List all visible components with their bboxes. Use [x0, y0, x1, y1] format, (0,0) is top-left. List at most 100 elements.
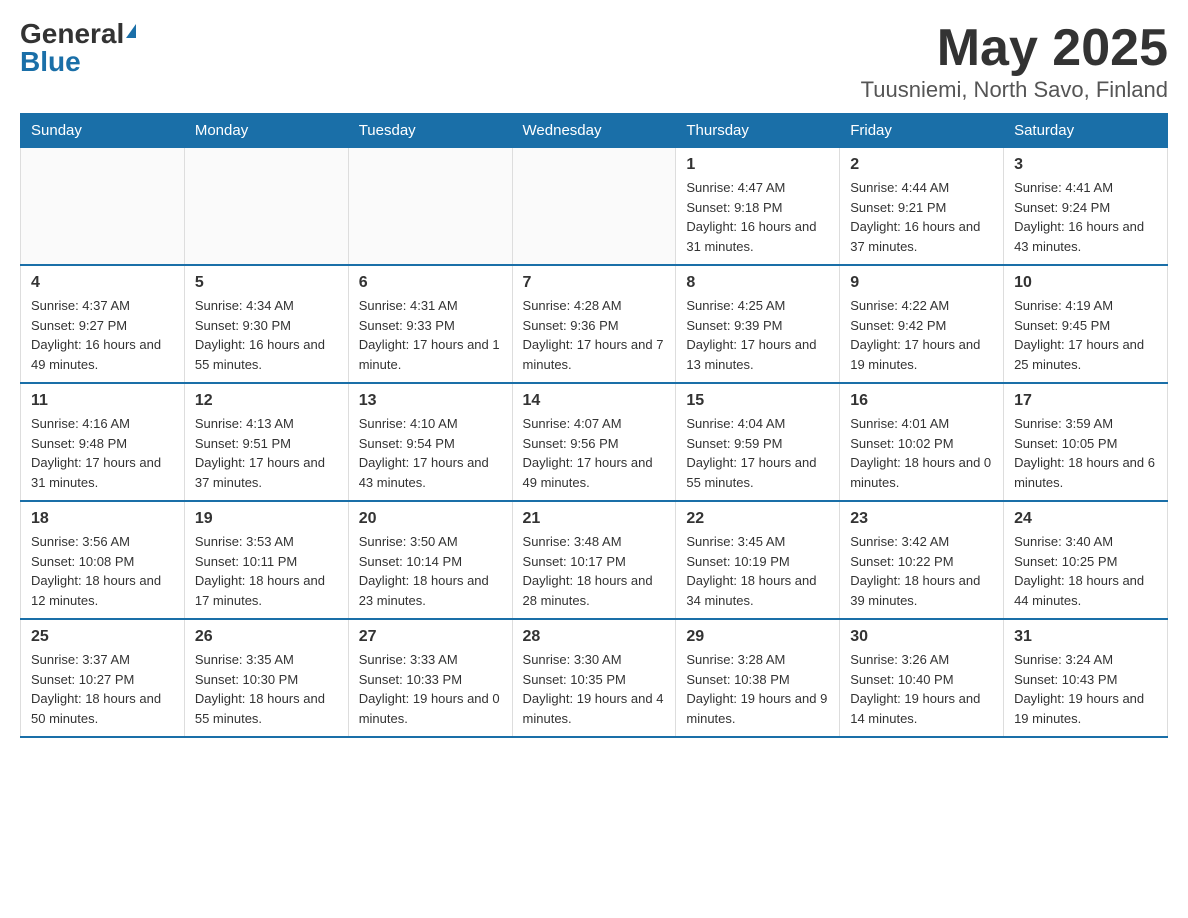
table-row: 5 Sunrise: 4:34 AMSunset: 9:30 PMDaylight…	[184, 265, 348, 383]
day-info: Sunrise: 3:33 AMSunset: 10:33 PMDaylight…	[359, 650, 502, 728]
day-number: 19	[195, 510, 338, 528]
table-row: 22 Sunrise: 3:45 AMSunset: 10:19 PMDaylig…	[676, 501, 840, 619]
day-number: 12	[195, 392, 338, 410]
day-number: 1	[686, 156, 829, 174]
logo-blue-text: Blue	[20, 46, 81, 77]
day-info: Sunrise: 4:07 AMSunset: 9:56 PMDaylight:…	[523, 414, 666, 492]
day-info: Sunrise: 4:44 AMSunset: 9:21 PMDaylight:…	[850, 178, 993, 256]
header-thursday: Thursday	[676, 114, 840, 148]
table-row: 27 Sunrise: 3:33 AMSunset: 10:33 PMDaylig…	[348, 619, 512, 737]
table-row	[184, 148, 348, 266]
day-info: Sunrise: 4:04 AMSunset: 9:59 PMDaylight:…	[686, 414, 829, 492]
day-info: Sunrise: 4:41 AMSunset: 9:24 PMDaylight:…	[1014, 178, 1157, 256]
day-number: 14	[523, 392, 666, 410]
table-row: 28 Sunrise: 3:30 AMSunset: 10:35 PMDaylig…	[512, 619, 676, 737]
day-info: Sunrise: 4:31 AMSunset: 9:33 PMDaylight:…	[359, 296, 502, 374]
day-number: 7	[523, 274, 666, 292]
day-number: 26	[195, 628, 338, 646]
day-number: 5	[195, 274, 338, 292]
day-number: 13	[359, 392, 502, 410]
day-number: 15	[686, 392, 829, 410]
day-info: Sunrise: 3:28 AMSunset: 10:38 PMDaylight…	[686, 650, 829, 728]
header-monday: Monday	[184, 114, 348, 148]
table-row: 29 Sunrise: 3:28 AMSunset: 10:38 PMDaylig…	[676, 619, 840, 737]
table-row: 16 Sunrise: 4:01 AMSunset: 10:02 PMDaylig…	[840, 383, 1004, 501]
day-info: Sunrise: 3:24 AMSunset: 10:43 PMDaylight…	[1014, 650, 1157, 728]
day-number: 29	[686, 628, 829, 646]
table-row: 2 Sunrise: 4:44 AMSunset: 9:21 PMDaylight…	[840, 148, 1004, 266]
header-friday: Friday	[840, 114, 1004, 148]
table-row: 31 Sunrise: 3:24 AMSunset: 10:43 PMDaylig…	[1004, 619, 1168, 737]
day-number: 23	[850, 510, 993, 528]
day-info: Sunrise: 4:19 AMSunset: 9:45 PMDaylight:…	[1014, 296, 1157, 374]
day-number: 6	[359, 274, 502, 292]
table-row: 24Sunrise: 3:40 AMSunset: 10:25 PMDaylig…	[1004, 501, 1168, 619]
calendar-table: Sunday Monday Tuesday Wednesday Thursday…	[20, 113, 1168, 738]
day-info: Sunrise: 3:37 AMSunset: 10:27 PMDaylight…	[31, 650, 174, 728]
table-row: 3 Sunrise: 4:41 AMSunset: 9:24 PMDaylight…	[1004, 148, 1168, 266]
day-info: Sunrise: 3:45 AMSunset: 10:19 PMDaylight…	[686, 532, 829, 610]
day-info: Sunrise: 4:34 AMSunset: 9:30 PMDaylight:…	[195, 296, 338, 374]
table-row	[21, 148, 185, 266]
day-info: Sunrise: 3:35 AMSunset: 10:30 PMDaylight…	[195, 650, 338, 728]
day-number: 22	[686, 510, 829, 528]
day-info: Sunrise: 3:42 AMSunset: 10:22 PMDaylight…	[850, 532, 993, 610]
logo-general-text: General	[20, 20, 124, 48]
table-row: 18Sunrise: 3:56 AMSunset: 10:08 PMDaylig…	[21, 501, 185, 619]
day-info: Sunrise: 4:01 AMSunset: 10:02 PMDaylight…	[850, 414, 993, 492]
day-info: Sunrise: 4:22 AMSunset: 9:42 PMDaylight:…	[850, 296, 993, 374]
title-block: May 2025 Tuusniemi, North Savo, Finland	[861, 20, 1168, 103]
day-info: Sunrise: 3:26 AMSunset: 10:40 PMDaylight…	[850, 650, 993, 728]
table-row: 4Sunrise: 4:37 AMSunset: 9:27 PMDaylight…	[21, 265, 185, 383]
day-info: Sunrise: 3:53 AMSunset: 10:11 PMDaylight…	[195, 532, 338, 610]
table-row: 13Sunrise: 4:10 AMSunset: 9:54 PMDayligh…	[348, 383, 512, 501]
day-info: Sunrise: 4:37 AMSunset: 9:27 PMDaylight:…	[31, 296, 174, 374]
calendar-subtitle: Tuusniemi, North Savo, Finland	[861, 77, 1168, 103]
day-info: Sunrise: 3:59 AMSunset: 10:05 PMDaylight…	[1014, 414, 1157, 492]
table-row: 11Sunrise: 4:16 AMSunset: 9:48 PMDayligh…	[21, 383, 185, 501]
calendar-title: May 2025	[861, 20, 1168, 77]
table-row: 25Sunrise: 3:37 AMSunset: 10:27 PMDaylig…	[21, 619, 185, 737]
table-row: 17Sunrise: 3:59 AMSunset: 10:05 PMDaylig…	[1004, 383, 1168, 501]
header-saturday: Saturday	[1004, 114, 1168, 148]
calendar-header-row: Sunday Monday Tuesday Wednesday Thursday…	[21, 114, 1168, 148]
day-number: 30	[850, 628, 993, 646]
table-row: 20Sunrise: 3:50 AMSunset: 10:14 PMDaylig…	[348, 501, 512, 619]
table-row: 21 Sunrise: 3:48 AMSunset: 10:17 PMDaylig…	[512, 501, 676, 619]
table-row: 12 Sunrise: 4:13 AMSunset: 9:51 PMDayligh…	[184, 383, 348, 501]
day-info: Sunrise: 4:16 AMSunset: 9:48 PMDaylight:…	[31, 414, 174, 492]
header-sunday: Sunday	[21, 114, 185, 148]
header-wednesday: Wednesday	[512, 114, 676, 148]
table-row: 14 Sunrise: 4:07 AMSunset: 9:56 PMDayligh…	[512, 383, 676, 501]
day-number: 27	[359, 628, 502, 646]
day-number: 20	[359, 510, 502, 528]
day-number: 2	[850, 156, 993, 174]
calendar-week-row: 25Sunrise: 3:37 AMSunset: 10:27 PMDaylig…	[21, 619, 1168, 737]
table-row: 9 Sunrise: 4:22 AMSunset: 9:42 PMDaylight…	[840, 265, 1004, 383]
table-row: 19 Sunrise: 3:53 AMSunset: 10:11 PMDaylig…	[184, 501, 348, 619]
calendar-week-row: 11Sunrise: 4:16 AMSunset: 9:48 PMDayligh…	[21, 383, 1168, 501]
table-row	[512, 148, 676, 266]
day-info: Sunrise: 3:30 AMSunset: 10:35 PMDaylight…	[523, 650, 666, 728]
day-number: 28	[523, 628, 666, 646]
calendar-week-row: 1Sunrise: 4:47 AMSunset: 9:18 PMDaylight…	[21, 148, 1168, 266]
table-row: 8Sunrise: 4:25 AMSunset: 9:39 PMDaylight…	[676, 265, 840, 383]
day-number: 21	[523, 510, 666, 528]
day-number: 16	[850, 392, 993, 410]
day-info: Sunrise: 4:25 AMSunset: 9:39 PMDaylight:…	[686, 296, 829, 374]
logo: General Blue	[20, 20, 136, 76]
day-number: 3	[1014, 156, 1157, 174]
table-row: 10 Sunrise: 4:19 AMSunset: 9:45 PMDayligh…	[1004, 265, 1168, 383]
table-row: 23 Sunrise: 3:42 AMSunset: 10:22 PMDaylig…	[840, 501, 1004, 619]
day-number: 10	[1014, 274, 1157, 292]
header-tuesday: Tuesday	[348, 114, 512, 148]
table-row: 7 Sunrise: 4:28 AMSunset: 9:36 PMDaylight…	[512, 265, 676, 383]
day-info: Sunrise: 4:28 AMSunset: 9:36 PMDaylight:…	[523, 296, 666, 374]
day-number: 31	[1014, 628, 1157, 646]
table-row	[348, 148, 512, 266]
day-info: Sunrise: 3:48 AMSunset: 10:17 PMDaylight…	[523, 532, 666, 610]
day-number: 9	[850, 274, 993, 292]
calendar-week-row: 4Sunrise: 4:37 AMSunset: 9:27 PMDaylight…	[21, 265, 1168, 383]
page-header: General Blue May 2025 Tuusniemi, North S…	[20, 20, 1168, 103]
day-info: Sunrise: 4:13 AMSunset: 9:51 PMDaylight:…	[195, 414, 338, 492]
